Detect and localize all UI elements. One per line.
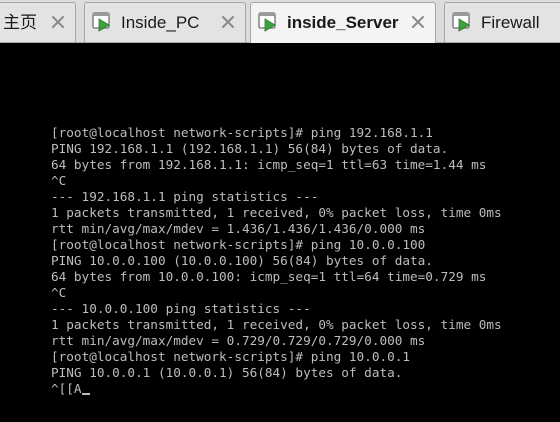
terminal-line: PING 192.168.1.1 (192.168.1.1) 56(84) by… — [51, 141, 449, 156]
terminal-line: 64 bytes from 10.0.0.100: icmp_seq=1 ttl… — [51, 269, 487, 284]
terminal-console[interactable]: [root@localhost network-scripts]# ping 1… — [0, 43, 560, 422]
tab-home[interactable]: 主页 — [0, 2, 76, 42]
terminal-line: [root@localhost network-scripts]# ping 1… — [51, 237, 426, 252]
tab-label: 主页 — [3, 13, 37, 32]
vm-icon — [92, 12, 112, 32]
tab-label: inside_Server — [287, 13, 399, 32]
text-cursor — [81, 393, 90, 395]
close-icon[interactable] — [49, 13, 67, 31]
terminal-line: PING 10.0.0.100 (10.0.0.100) 56(84) byte… — [51, 253, 433, 268]
tab-label: Firewall — [481, 13, 540, 32]
terminal-line: [root@localhost network-scripts]# ping 1… — [51, 125, 433, 140]
tab-inside-server[interactable]: inside_Server — [250, 2, 436, 43]
terminal-line: 64 bytes from 192.168.1.1: icmp_seq=1 tt… — [51, 157, 487, 172]
terminal-line: [root@localhost network-scripts]# ping 1… — [51, 349, 411, 364]
terminal-line: rtt min/avg/max/mdev = 1.436/1.436/1.436… — [51, 221, 426, 236]
terminal-output: [root@localhost network-scripts]# ping 1… — [51, 125, 502, 397]
terminal-input-text: ^[[A — [51, 381, 82, 396]
close-icon[interactable] — [409, 13, 427, 31]
tab-inside-pc[interactable]: Inside_PC — [84, 2, 246, 42]
close-icon[interactable] — [219, 13, 237, 31]
tab-label: Inside_PC — [121, 13, 200, 32]
tab-firewall[interactable]: Firewall — [444, 2, 560, 42]
terminal-input-line[interactable]: ^[[A — [51, 381, 502, 397]
vm-icon — [452, 12, 472, 32]
terminal-line: rtt min/avg/max/mdev = 0.729/0.729/0.729… — [51, 333, 426, 348]
vm-icon — [258, 12, 278, 32]
terminal-line: ^C — [51, 173, 67, 188]
terminal-line: --- 10.0.0.100 ping statistics --- — [51, 301, 311, 316]
terminal-line: 1 packets transmitted, 1 received, 0% pa… — [51, 205, 502, 220]
terminal-line: --- 192.168.1.1 ping statistics --- — [51, 189, 319, 204]
vm-console-window: 主页 Inside_PC inside_Server Firewall [roo… — [0, 0, 560, 422]
terminal-line: 1 packets transmitted, 1 received, 0% pa… — [51, 317, 502, 332]
terminal-line: ^C — [51, 285, 67, 300]
tab-bar: 主页 Inside_PC inside_Server Firewall — [0, 0, 560, 43]
terminal-line: PING 10.0.0.1 (10.0.0.1) 56(84) bytes of… — [51, 365, 403, 380]
